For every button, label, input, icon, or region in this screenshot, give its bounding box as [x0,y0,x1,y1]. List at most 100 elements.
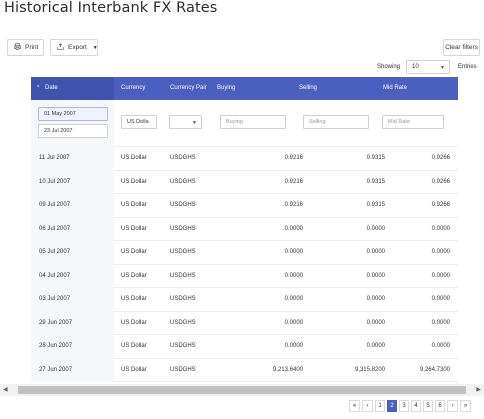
cell-currency: US Dollar [121,319,147,326]
cell-currency: US Dollar [121,225,147,232]
entries-select[interactable]: 10 ▼ [406,60,450,74]
sort-asc-icon: ^ [37,85,40,91]
showing-label: Showing [377,64,401,70]
cell-buying: 0.0000 [284,225,303,232]
export-icon [57,43,64,52]
cell-selling: 0.0000 [366,319,385,326]
cell-mid-rate: 0.0000 [431,272,450,279]
filter-row: 01 May 2007 23 Jul 2007 US Dolla ▼ Buyin… [31,100,458,147]
cell-selling: 0.0000 [366,249,385,255]
cell-selling: 0.0000 [366,296,385,302]
cell-currency-pair: USDGHS [170,319,196,326]
next-page-button[interactable]: › [447,400,458,412]
cell-currency-pair: USDGHS [170,155,196,161]
caret-down-icon: ▼ [92,44,98,51]
cell-mid-rate: 9,264.7300 [419,366,450,373]
cell-currency-pair: USDGHS [170,272,196,279]
horizontal-scrollbar[interactable]: ◀ ▶ [0,384,484,396]
scroll-right-icon[interactable]: ▶ [476,386,481,393]
currency-filter-input[interactable]: US Dolla [121,115,157,129]
column-header-pair[interactable]: Currency Pair [170,77,207,100]
cell-date: 04 Jul 2007 [31,264,114,288]
first-page-button[interactable]: « [349,400,360,412]
entries-value: 10 [412,64,419,70]
caret-down-icon: ▼ [440,65,445,71]
export-label: Export [68,44,87,51]
scrollbar-thumb[interactable] [18,386,466,394]
table-header: ^ Date Currency Currency Pair Buying Sel… [31,77,458,100]
cell-selling: 0.0000 [366,225,385,232]
prev-page-button[interactable]: ‹ [362,400,373,412]
column-header-mid-rate[interactable]: Mid Rate [383,77,407,100]
cell-selling: 0.0000 [366,343,385,349]
cell-currency: US Dollar [121,155,147,161]
cell-currency-pair: USDGHS [170,343,196,349]
cell-currency-pair: USDGHS [170,178,196,185]
date-to-input[interactable]: 23 Jul 2007 [38,124,108,138]
export-button[interactable]: Export ▼ [50,39,98,56]
table-row: 27 Jun 2007 US Dollar USDGHS 9,213.6400 9,31… [31,358,458,382]
column-header-currency[interactable]: Currency [121,77,145,100]
clear-filters-button[interactable]: Clear filters [443,39,480,56]
cell-currency: US Dollar [121,249,147,255]
cell-date: 10 Jul 2007 [31,170,114,194]
cell-buying: 9,213.6400 [272,366,303,373]
caret-down-icon: ▼ [192,120,197,126]
print-button[interactable]: Print [7,39,44,56]
cell-currency-pair: USDGHS [170,202,196,208]
column-header-date[interactable]: ^ Date [31,77,114,100]
table-row: 10 Jul 2007 US Dollar USDGHS 0.9216 0.9315 0.… [31,170,458,194]
last-page-button[interactable]: » [460,400,471,412]
buying-filter-input[interactable]: Buying [220,115,286,129]
cell-selling: 0.9315 [366,202,385,208]
cell-date: 09 Jul 2007 [31,194,114,218]
cell-currency: US Dollar [121,202,147,208]
date-from-input[interactable]: 01 May 2007 [38,107,108,121]
cell-currency: US Dollar [121,272,147,279]
cell-selling: 0.0000 [366,272,385,279]
cell-mid-rate: 0.0000 [431,319,450,326]
cell-currency-pair: USDGHS [170,296,196,302]
cell-selling: 0.9315 [366,178,385,185]
cell-date: 28 Jun 2007 [31,335,114,359]
page-button-2[interactable]: 2 [387,400,397,412]
cell-mid-rate: 0.0000 [431,249,450,255]
cell-currency: US Dollar [121,296,147,302]
cell-date: 06 Jul 2007 [31,217,114,241]
table-row: 28 Jun 2007 US Dollar USDGHS 0.0000 0.0000 0.… [31,335,458,359]
cell-mid-rate: 0.9266 [431,178,450,185]
selling-filter-input[interactable]: Selling [303,115,369,129]
table-row: 09 Jul 2007 US Dollar USDGHS 0.9216 0.9315 0.… [31,194,458,218]
page-button-5[interactable]: 5 [423,400,433,412]
column-header-buying[interactable]: Buying [217,77,235,100]
cell-mid-rate: 0.0000 [431,225,450,232]
mid-rate-filter-input[interactable]: Mid Rate [382,115,444,129]
print-label: Print [25,44,39,51]
pagination: « ‹ 1 2 3 4 5 6 ›» [349,400,471,413]
page-title: Historical Interbank FX Rates [4,0,218,16]
printer-icon [14,43,21,52]
cell-currency-pair: USDGHS [170,249,196,255]
cell-buying: 0.0000 [284,319,303,326]
page-button-3[interactable]: 3 [399,400,409,412]
cell-selling: 0.9315 [366,155,385,161]
table-row: 05 Jul 2007 US Dollar USDGHS 0.0000 0.0000 0.… [31,241,458,265]
cell-mid-rate: 0.9266 [431,202,450,208]
scroll-left-icon[interactable]: ◀ [3,386,8,393]
cell-currency-pair: USDGHS [170,225,196,232]
entries-label: Entries [458,64,477,70]
page-button-6[interactable]: 6 [435,400,445,412]
currency-pair-filter-select[interactable]: ▼ [169,115,202,129]
page-button-4[interactable]: 4 [411,400,421,412]
fx-rates-table: ^ Date Currency Currency Pair Buying Sel… [31,77,458,382]
cell-date: 27 Jun 2007 [31,358,114,382]
table-row: 06 Jul 2007 US Dollar USDGHS 0.0000 0.0000 0.… [31,217,458,241]
page-button-1[interactable]: 1 [375,400,385,412]
cell-currency: US Dollar [121,343,147,349]
table-row: 04 Jul 2007 US Dollar USDGHS 0.0000 0.0000 0.… [31,264,458,288]
table-row: 11 Jul 2007 US Dollar USDGHS 0.9216 0.9315 0.… [31,147,458,171]
cell-currency: US Dollar [121,366,147,373]
column-header-selling[interactable]: Selling [299,77,317,100]
cell-buying: 0.0000 [284,272,303,279]
cell-mid-rate: 0.0000 [431,343,450,349]
